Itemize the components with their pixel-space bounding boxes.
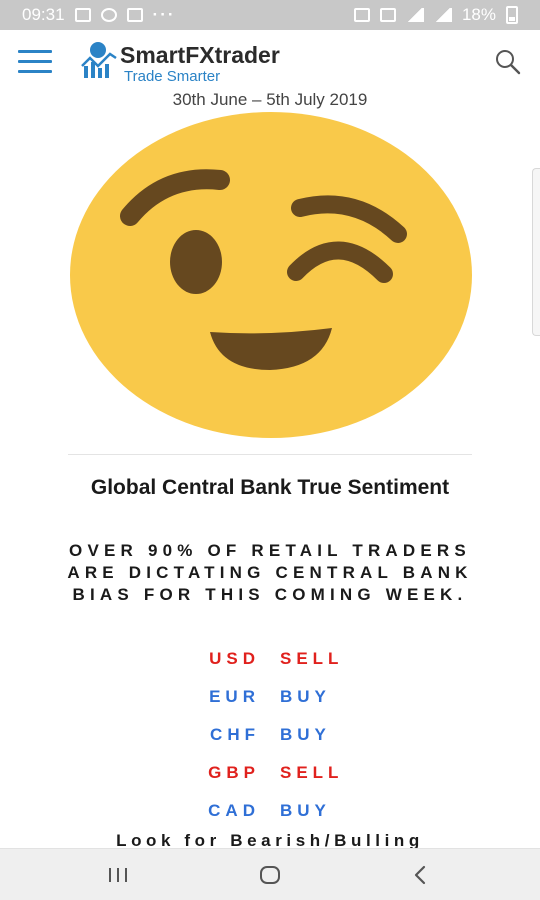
brand-name: SmartFXtrader bbox=[120, 42, 280, 68]
nav-back-icon[interactable] bbox=[400, 859, 440, 891]
currency-code: EUR bbox=[209, 687, 260, 706]
nav-recent-icon[interactable] bbox=[98, 859, 138, 891]
scroll-handle[interactable] bbox=[532, 168, 540, 336]
status-time: 09:31 bbox=[22, 5, 65, 24]
currency-row-gbp: GBP SELL bbox=[0, 754, 540, 792]
currency-action: SELL bbox=[280, 649, 344, 668]
app-header: SmartFXtrader Trade Smarter bbox=[0, 30, 540, 92]
more-notifications-icon: ··· bbox=[152, 5, 176, 24]
winking-face-emoji bbox=[70, 112, 472, 438]
currency-code: CHF bbox=[210, 725, 260, 744]
currency-action: BUY bbox=[280, 725, 331, 744]
data-icon bbox=[379, 8, 396, 22]
status-left: 09:31 ··· bbox=[22, 5, 176, 25]
currency-action: BUY bbox=[280, 687, 331, 706]
logo-icon bbox=[81, 42, 117, 78]
logo[interactable]: SmartFXtrader Trade Smarter bbox=[80, 40, 340, 86]
status-right: 18% bbox=[353, 5, 518, 25]
currency-code: GBP bbox=[208, 763, 260, 782]
currency-row-eur: EUR BUY bbox=[0, 678, 540, 716]
gallery-icon bbox=[74, 8, 91, 22]
battery-percent: 18% bbox=[461, 5, 496, 24]
currency-code: USD bbox=[209, 649, 260, 668]
currency-row-usd: USD SELL bbox=[0, 640, 540, 678]
menu-icon[interactable] bbox=[18, 50, 52, 74]
section-subtitle: OVER 90% OF RETAIL TRADERS ARE DICTATING… bbox=[67, 541, 473, 604]
currency-action: BUY bbox=[280, 801, 331, 820]
search-icon[interactable] bbox=[494, 48, 522, 76]
date-range: 30th June – 5th July 2019 bbox=[172, 90, 368, 109]
currency-list: USD SELL EUR BUY CHF BUY GBP SELL CAD BU… bbox=[0, 640, 540, 830]
currency-action: SELL bbox=[280, 763, 344, 782]
currency-row-cad: CAD BUY bbox=[0, 792, 540, 830]
mail-icon bbox=[126, 8, 143, 22]
signal-icon bbox=[433, 8, 452, 22]
currency-row-chf: CHF BUY bbox=[0, 716, 540, 754]
nav-home-icon[interactable] bbox=[250, 859, 290, 891]
section-title: Global Central Bank True Sentiment bbox=[90, 476, 450, 499]
divider bbox=[68, 454, 472, 455]
alarm-icon bbox=[353, 8, 370, 22]
brand-tagline: Trade Smarter bbox=[124, 68, 221, 85]
currency-code: CAD bbox=[208, 801, 260, 820]
system-nav-bar bbox=[0, 848, 540, 900]
wifi-icon bbox=[405, 8, 424, 22]
battery-icon bbox=[506, 6, 518, 24]
status-bar: 09:31 ··· 18% bbox=[0, 0, 540, 30]
message-icon bbox=[100, 8, 117, 22]
